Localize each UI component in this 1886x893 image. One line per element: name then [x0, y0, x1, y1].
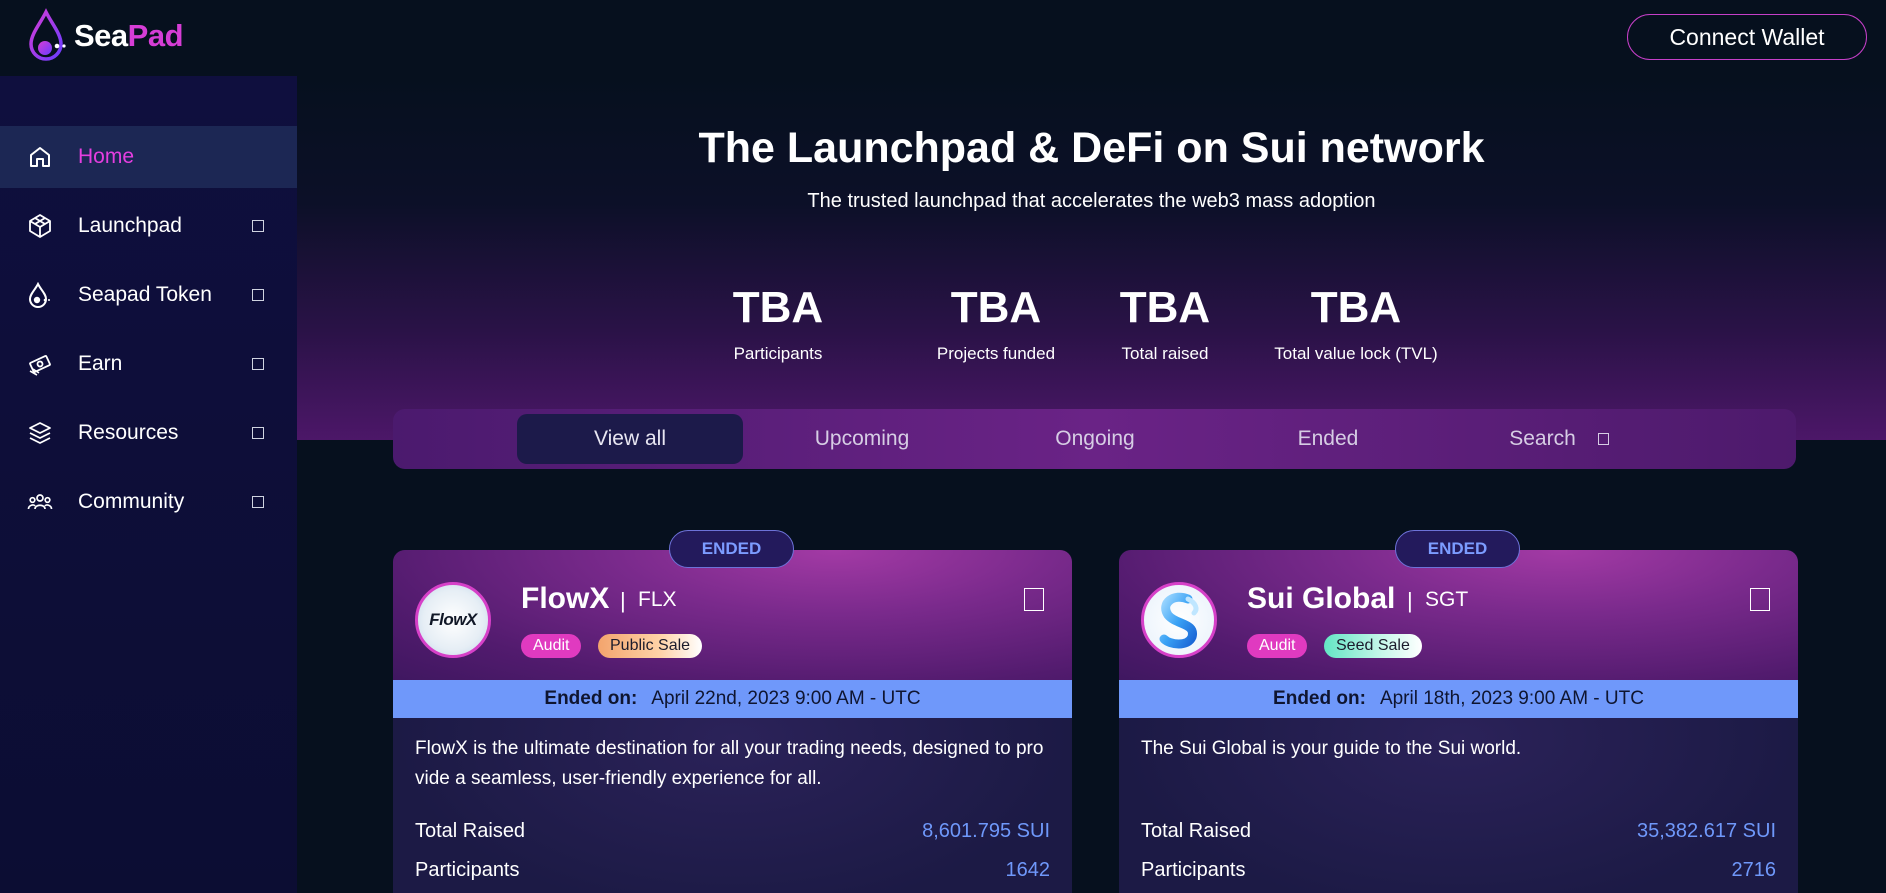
- stat-label: Projects funded: [936, 344, 1056, 363]
- page-title: The Launchpad & DeFi on Sui network: [698, 124, 1485, 172]
- sidebar-item-label: Community: [78, 490, 185, 513]
- favorite-icon[interactable]: [1750, 588, 1770, 611]
- project-description: The Sui Global is your guide to the Sui …: [1141, 738, 1522, 759]
- sidebar-item-community[interactable]: Community: [0, 471, 297, 533]
- participants-value: 1642: [1005, 859, 1051, 881]
- stat-projects-funded: TBA Projects funded: [906, 286, 1086, 364]
- flowx-logo-text: FlowX: [429, 610, 477, 629]
- sale-type-badge: Public Sale: [598, 634, 703, 658]
- ended-on-strip: Ended on: April 22nd, 2023 9:00 AM - UTC: [393, 680, 1072, 718]
- sidebar-item-seapad-token[interactable]: Seapad Token: [0, 264, 297, 326]
- sui-global-logo-icon: [1159, 592, 1199, 649]
- sidebar-item-earn[interactable]: Earn: [0, 333, 297, 395]
- status-badge: ENDED: [1395, 530, 1520, 568]
- audit-badge: Audit: [521, 634, 582, 658]
- expand-icon[interactable]: [252, 358, 264, 370]
- sidebar-item-resources[interactable]: Resources: [0, 402, 297, 464]
- logo-text-sea: Sea: [74, 18, 128, 53]
- sidebar-item-label: Seapad Token: [78, 283, 212, 306]
- total-raised-value: 8,601.795 SUI: [922, 820, 1050, 842]
- audit-badge: Audit: [1247, 634, 1308, 658]
- card-header: [393, 550, 1072, 680]
- sale-type-badge: Seed Sale: [1324, 634, 1422, 658]
- tab-search[interactable]: Search: [1446, 414, 1672, 464]
- launchpad-icon: [27, 213, 53, 239]
- sidebar-item-label: Launchpad: [78, 214, 182, 237]
- sidebar-item-label: Earn: [78, 352, 123, 375]
- project-name[interactable]: FlowX: [521, 582, 609, 616]
- stat-value: TBA: [732, 283, 824, 332]
- ended-on-label: Ended on:: [1273, 688, 1366, 709]
- sidebar-item-label: Resources: [78, 421, 179, 444]
- sidebar: Home Launchpad Seapad Token Earn Resourc…: [0, 76, 297, 893]
- seapad-logo[interactable]: SeaPad: [28, 8, 184, 64]
- ended-on-strip: Ended on: April 18th, 2023 9:00 AM - UTC: [1119, 680, 1798, 718]
- tab-search-label: Search: [1509, 427, 1576, 450]
- tab-upcoming[interactable]: Upcoming: [749, 414, 975, 464]
- home-icon: [27, 144, 53, 170]
- card-header: [1119, 550, 1798, 680]
- total-raised-label: Total Raised: [1141, 820, 1252, 842]
- logo-text-pad: Pad: [127, 18, 184, 53]
- sidebar-item-label: Home: [78, 145, 135, 168]
- sidebar-item-launchpad[interactable]: Launchpad: [0, 195, 297, 257]
- project-card-sui-global[interactable]: Sui Global | SGT Audit Seed Sale Ended o…: [1119, 550, 1798, 893]
- sidebar-item-home[interactable]: Home: [0, 126, 297, 188]
- tab-view-all[interactable]: View all: [517, 414, 743, 464]
- earn-icon: [27, 351, 53, 377]
- search-icon: [1597, 433, 1609, 445]
- name-separator: |: [620, 588, 626, 613]
- stat-label: Total raised: [1121, 344, 1209, 363]
- stat-participants: TBA Participants: [703, 286, 853, 364]
- name-separator: |: [1407, 588, 1413, 613]
- seapad-drop-icon: [29, 8, 66, 61]
- hero-section: The Launchpad & DeFi on Sui network The …: [297, 76, 1886, 440]
- community-icon: [27, 489, 53, 515]
- stat-total-raised: TBA Total raised: [1095, 286, 1235, 364]
- stat-label: Participants: [733, 344, 823, 363]
- token-icon: [27, 282, 53, 308]
- tab-ended[interactable]: Ended: [1215, 414, 1441, 464]
- total-raised-value: 35,382.617 SUI: [1637, 820, 1776, 842]
- connect-wallet-button[interactable]: Connect Wallet: [1627, 14, 1867, 60]
- project-name[interactable]: Sui Global: [1247, 582, 1395, 616]
- stat-value: TBA: [1119, 283, 1211, 332]
- stat-value: TBA: [1310, 283, 1402, 332]
- expand-icon[interactable]: [252, 220, 264, 232]
- tab-ongoing[interactable]: Ongoing: [982, 414, 1208, 464]
- expand-icon[interactable]: [252, 289, 264, 301]
- status-badge: ENDED: [669, 530, 794, 568]
- project-ticker: FLX: [638, 588, 677, 611]
- expand-icon[interactable]: [252, 427, 264, 439]
- total-raised-label: Total Raised: [415, 820, 526, 842]
- ended-on-label: Ended on:: [544, 688, 638, 709]
- participants-label: Participants: [1141, 859, 1246, 881]
- project-filter-tabs: View all Upcoming Ongoing Ended Search: [393, 409, 1796, 469]
- expand-icon[interactable]: [252, 496, 264, 508]
- layers-icon: [27, 420, 53, 446]
- project-avatar: FlowX: [415, 582, 491, 658]
- stat-value: TBA: [950, 283, 1042, 332]
- stat-label: Total value lock (TVL): [1274, 344, 1438, 363]
- ended-on-date: April 22nd, 2023 9:00 AM - UTC: [651, 688, 921, 709]
- project-card-flowx[interactable]: FlowX FlowX | FLX Audit Public Sale Ende…: [393, 550, 1072, 893]
- stat-tvl: TBA Total value lock (TVL): [1241, 286, 1471, 364]
- project-description: FlowX is the ultimate destination for al…: [415, 738, 1044, 789]
- participants-label: Participants: [415, 859, 520, 881]
- participants-value: 2716: [1731, 859, 1777, 881]
- page-subtitle: The trusted launchpad that accelerates t…: [807, 190, 1376, 212]
- favorite-icon[interactable]: [1024, 588, 1044, 611]
- ended-on-date: April 18th, 2023 9:00 AM - UTC: [1379, 688, 1644, 709]
- top-header: SeaPad Connect Wallet: [0, 0, 1886, 76]
- project-ticker: SGT: [1425, 588, 1469, 611]
- project-avatar: [1141, 582, 1217, 658]
